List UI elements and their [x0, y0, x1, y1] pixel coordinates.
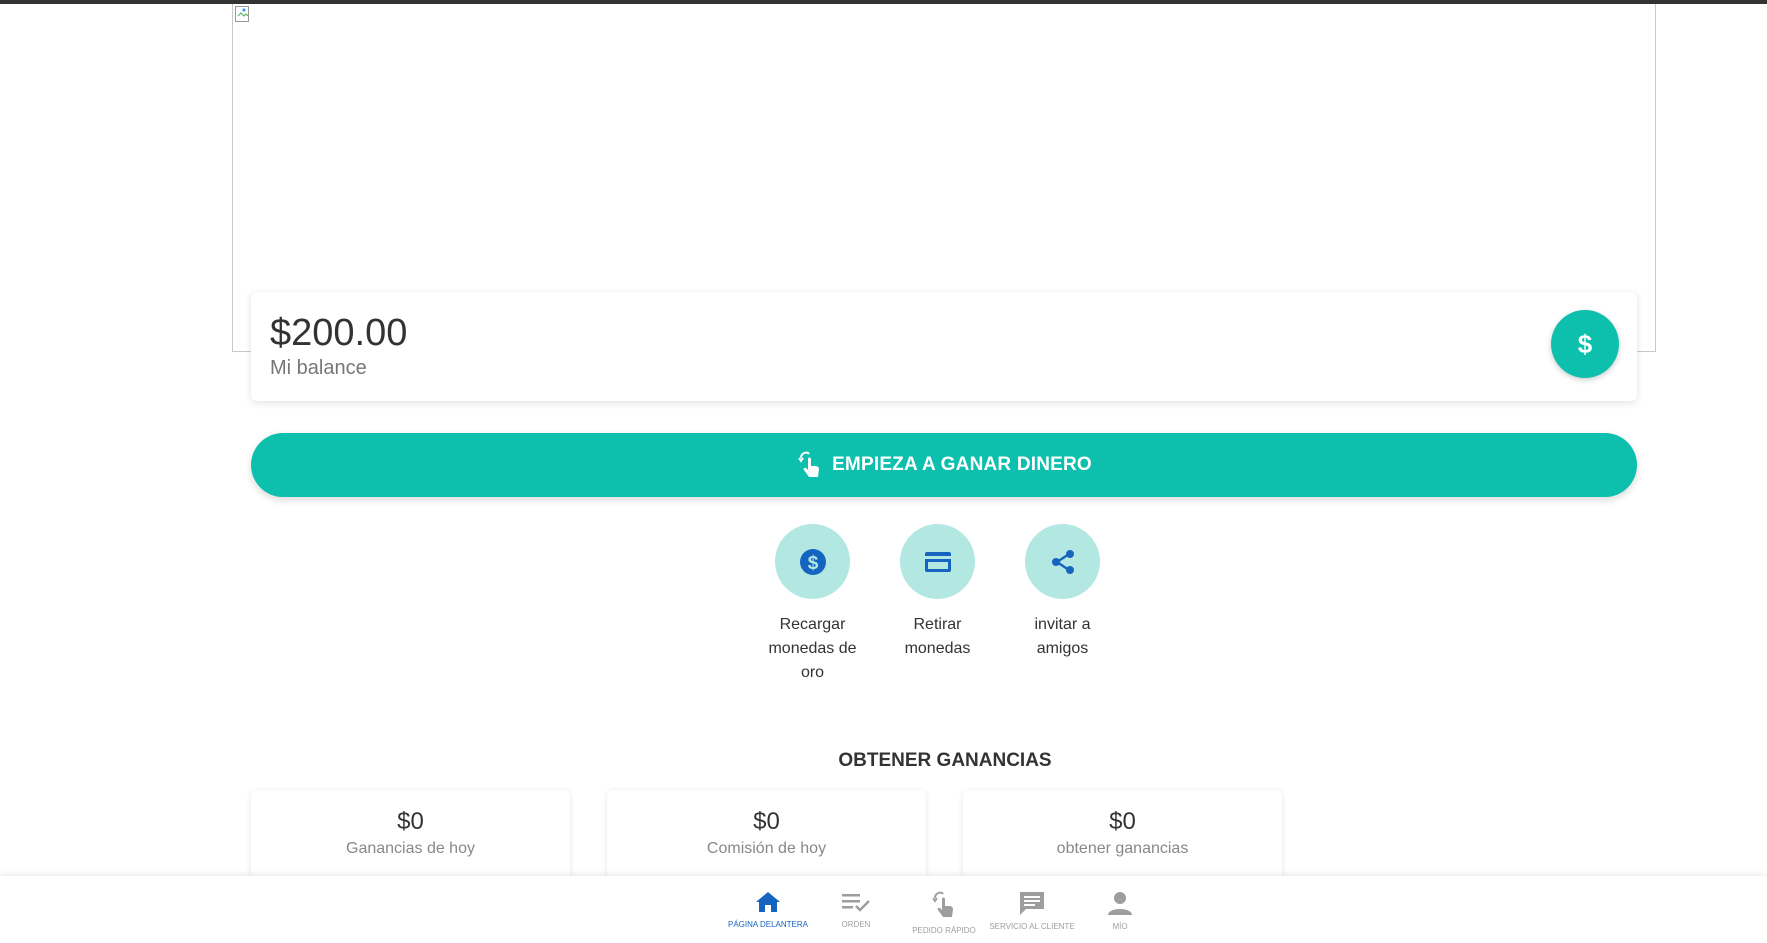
withdraw-label: Retirar monedas [904, 616, 971, 657]
chat-icon [1020, 892, 1044, 915]
today-earnings-label: Ganancias de hoy [346, 840, 475, 857]
today-commission-card: $0 Comisión de hoy [607, 790, 926, 882]
today-earnings-value: $0 [397, 808, 424, 835]
invite-label: invitar a amigos [1034, 616, 1091, 657]
nav-home-label: PÁGINA DELANTERA [727, 920, 809, 929]
nav-mine-label: MÍO [1112, 922, 1128, 931]
earnings-stats: $0 Ganancias de hoy $0 Comisión de hoy $… [251, 790, 1282, 882]
nav-customer-service-label: SERVICIO AL CLIENTE [989, 922, 1075, 931]
nav-home[interactable]: PÁGINA DELANTERA [724, 890, 812, 935]
dollar-circle-icon: $ [799, 548, 826, 575]
balance-dollar-button[interactable]: $ [1551, 310, 1619, 378]
earnings-section-title: OBTENER GANANCIAS [838, 750, 1052, 771]
today-earnings-card: $0 Ganancias de hoy [251, 790, 570, 882]
balance-label: Mi balance [270, 357, 367, 379]
svg-text:$: $ [1578, 329, 1593, 359]
today-commission-label: Comisión de hoy [706, 840, 827, 857]
invite-circle[interactable] [1025, 524, 1100, 599]
withdraw-circle[interactable] [900, 524, 975, 599]
recharge-label: Recargar monedas de oro [768, 616, 857, 681]
nav-customer-service[interactable]: SERVICIO AL CLIENTE [988, 890, 1076, 935]
dollar-icon: $ [1578, 329, 1593, 359]
nav-order[interactable]: ORDEN [812, 890, 900, 935]
broken-image-icon [235, 6, 249, 22]
today-commission-value: $0 [753, 808, 780, 835]
home-icon [756, 892, 780, 912]
order-list-icon [842, 894, 870, 912]
nav-mine[interactable]: MÍO [1076, 890, 1164, 935]
balance-amount: $200.00 [270, 312, 408, 354]
balance-card: $200.00 Mi balance $ [251, 292, 1637, 401]
total-earnings-value: $0 [1109, 808, 1136, 835]
tap-icon [796, 450, 824, 480]
nav-order-label: ORDEN [841, 920, 871, 929]
withdraw-coins-action[interactable]: Retirar monedas [900, 524, 975, 685]
share-icon [1051, 549, 1074, 574]
recharge-gold-coins-action[interactable]: $ Recargar monedas de oro [768, 524, 857, 685]
tap-icon [932, 891, 953, 917]
svg-text:$: $ [807, 553, 818, 574]
quick-actions: $ Recargar monedas de oro Retirar moneda… [768, 524, 1100, 685]
invite-friends-action[interactable]: invitar a amigos [1025, 524, 1100, 685]
total-earnings-label: obtener ganancias [1056, 840, 1189, 857]
nav-quick-order[interactable]: PEDIDO RÁPIDO [900, 890, 988, 935]
nav-quick-order-label: PEDIDO RÁPIDO [912, 926, 976, 935]
recharge-circle[interactable]: $ [775, 524, 850, 599]
person-icon [1108, 892, 1132, 915]
credit-card-icon [924, 551, 951, 572]
total-earnings-card: $0 obtener ganancias [963, 790, 1282, 882]
start-earning-button[interactable]: EMPIEZA A GANAR DINERO [251, 433, 1637, 497]
start-earning-label: EMPIEZA A GANAR DINERO [832, 454, 1092, 475]
bottom-navigation: PÁGINA DELANTERA ORDEN PEDIDO RÁPIDO SER… [0, 876, 1767, 943]
